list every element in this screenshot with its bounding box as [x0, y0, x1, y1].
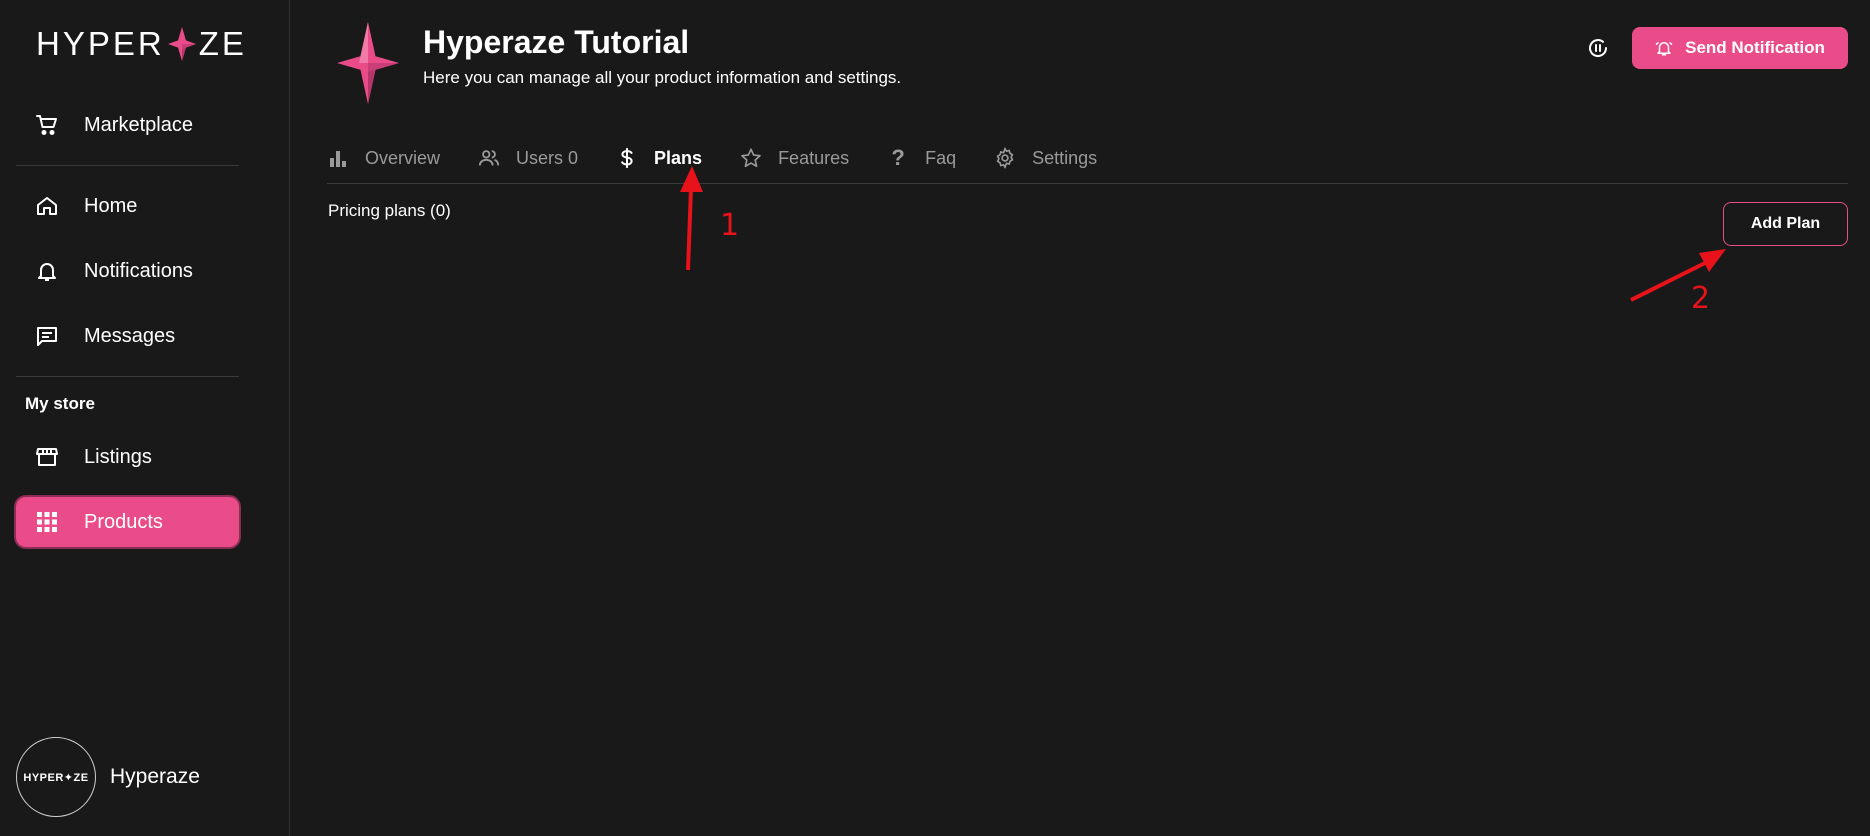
star-icon: [740, 147, 762, 169]
bell-ring-icon: [1655, 39, 1673, 57]
section-label-my-store: My store: [25, 394, 95, 413]
sidebar-item-home[interactable]: Home: [16, 181, 239, 231]
profile-name: Hyperaze: [110, 765, 200, 788]
gear-icon: [994, 147, 1016, 169]
sidebar-item-label: Notifications: [84, 259, 193, 282]
pricing-plans-count: Pricing plans (0): [328, 201, 451, 220]
tab-faq[interactable]: ? Faq: [887, 145, 957, 170]
tab-label: Faq: [925, 147, 957, 168]
grid-icon: [34, 509, 60, 535]
sidebar-divider: [16, 376, 239, 377]
sidebar-item-marketplace[interactable]: Marketplace: [16, 100, 239, 150]
annotation-step-2: 2: [1691, 281, 1711, 316]
question-icon: ?: [891, 145, 905, 170]
message-icon: [34, 323, 60, 349]
sidebar-item-label: Home: [84, 194, 138, 217]
tab-label: Settings: [1032, 147, 1098, 168]
sidebar-item-label: Marketplace: [84, 113, 193, 136]
tab-features[interactable]: Features: [740, 147, 849, 169]
sidebar-item-label: Products: [84, 510, 163, 533]
tab-users[interactable]: Users 0: [478, 147, 578, 169]
brand-logo[interactable]: HYPER ZE: [36, 24, 247, 64]
bell-icon: [34, 258, 60, 284]
add-plan-button[interactable]: Add Plan: [1723, 202, 1848, 246]
tab-label: Users 0: [516, 147, 579, 168]
sidebar-item-messages[interactable]: Messages: [16, 311, 239, 361]
tab-settings[interactable]: Settings: [994, 147, 1097, 169]
product-logo-icon: [337, 22, 399, 104]
send-notification-label: Send Notification: [1685, 38, 1825, 57]
user-profile[interactable]: HYPER✦ZE Hyperaze: [16, 737, 200, 817]
avatar: HYPER✦ZE: [16, 737, 96, 817]
send-notification-button[interactable]: Send Notification: [1632, 27, 1848, 69]
sidebar-item-label: Messages: [84, 324, 176, 347]
sidebar-item-notifications[interactable]: Notifications: [16, 246, 239, 296]
annotation-step-1: 1: [720, 208, 740, 243]
product-tabs: Overview Users 0 Plans Features ? Faq Se…: [327, 140, 1135, 176]
tab-label: Overview: [365, 147, 441, 168]
dollar-icon: [616, 147, 638, 169]
logo-text-left: HYPER: [36, 25, 165, 62]
tabs-divider: [327, 183, 1848, 184]
home-icon: [34, 193, 60, 219]
tab-label: Plans: [654, 147, 703, 168]
sidebar-item-products[interactable]: Products: [16, 497, 239, 547]
sidebar: HYPER ZE Marketplace Home Notifications …: [0, 0, 290, 836]
sidebar-item-label: Listings: [84, 445, 152, 468]
cart-icon: [34, 112, 60, 138]
main-content: Hyperaze Tutorial Here you can manage al…: [291, 0, 1870, 836]
app-window: HYPER ZE Marketplace Home Notifications …: [0, 0, 1870, 836]
tab-label: Features: [778, 147, 850, 168]
bar-chart-icon: [327, 147, 349, 169]
logo-text-right: ZE: [198, 25, 247, 62]
tab-overview[interactable]: Overview: [327, 147, 440, 169]
sidebar-item-listings[interactable]: Listings: [16, 432, 239, 482]
history-button[interactable]: [1584, 34, 1612, 62]
tab-plans[interactable]: Plans: [616, 147, 702, 169]
sidebar-divider: [16, 165, 239, 166]
page-subtitle: Here you can manage all your product inf…: [423, 68, 902, 87]
page-title: Hyperaze Tutorial: [423, 24, 690, 60]
history-icon: [1589, 39, 1608, 57]
storefront-icon: [34, 444, 60, 470]
users-icon: [478, 147, 500, 169]
logo-star-icon: [167, 27, 196, 61]
